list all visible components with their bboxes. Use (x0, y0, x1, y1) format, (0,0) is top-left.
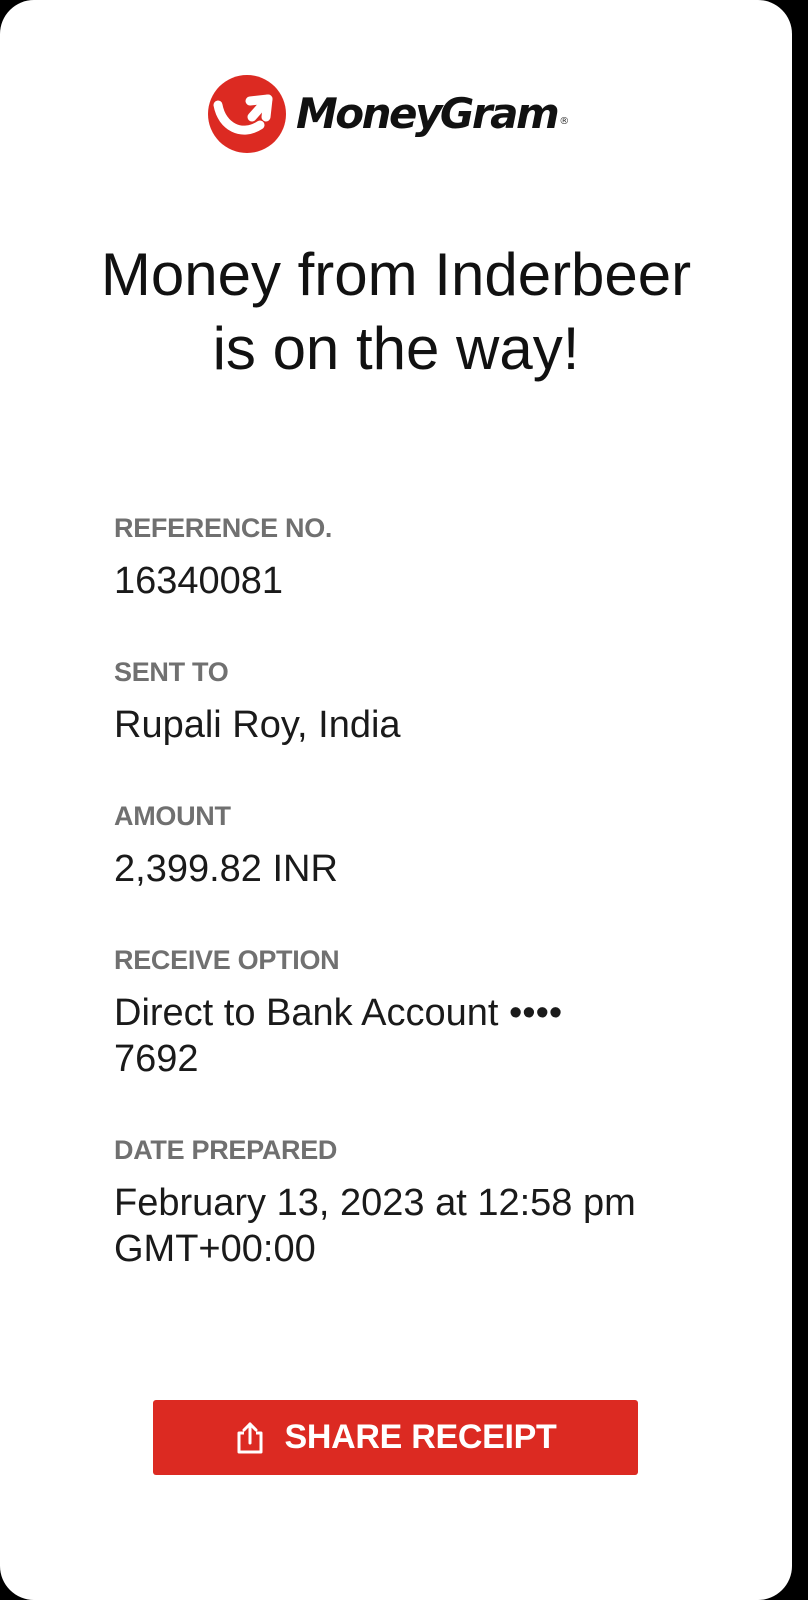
page-title: Money from Inderbeer is on the way! (100, 241, 692, 382)
sent-to-field: SENT TO Rupali Roy, India (114, 656, 734, 748)
transfer-details: REFERENCE NO. 16340081 SENT TO Rupali Ro… (114, 512, 734, 1272)
share-receipt-label: SHARE RECEIPT (284, 1418, 557, 1456)
date-prepared-field: DATE PREPARED February 13, 2023 at 12:58… (114, 1134, 734, 1272)
field-label: DATE PREPARED (114, 1135, 338, 1165)
moneygram-logo-icon (208, 75, 286, 153)
field-label: AMOUNT (114, 801, 231, 831)
receive-option-field: RECEIVE OPTION Direct to Bank Account ••… (114, 944, 734, 1082)
date-prepared-value: February 13, 2023 at 12:58 pm GMT+00:00 (114, 1182, 636, 1270)
reference-number-field: REFERENCE NO. 16340081 (114, 512, 734, 604)
receipt-card: MoneyGram ® Money from Inderbeer is on t… (0, 0, 792, 1600)
brand-name: MoneyGram (296, 89, 560, 138)
moneygram-logo: MoneyGram ® (208, 75, 569, 153)
registered-mark: ® (559, 116, 570, 127)
amount-value: 2,399.82 INR (114, 848, 338, 890)
field-label: RECEIVE OPTION (114, 945, 340, 975)
sent-to-value: Rupali Roy, India (114, 704, 401, 746)
share-icon (237, 1422, 263, 1453)
receive-option-value: Direct to Bank Account •••• 7692 (114, 992, 563, 1080)
amount-field: AMOUNT 2,399.82 INR (114, 800, 734, 892)
reference-number-value: 16340081 (114, 560, 284, 602)
field-label: REFERENCE NO. (114, 513, 333, 543)
share-receipt-button[interactable]: SHARE RECEIPT (153, 1400, 638, 1475)
field-label: SENT TO (114, 657, 229, 687)
